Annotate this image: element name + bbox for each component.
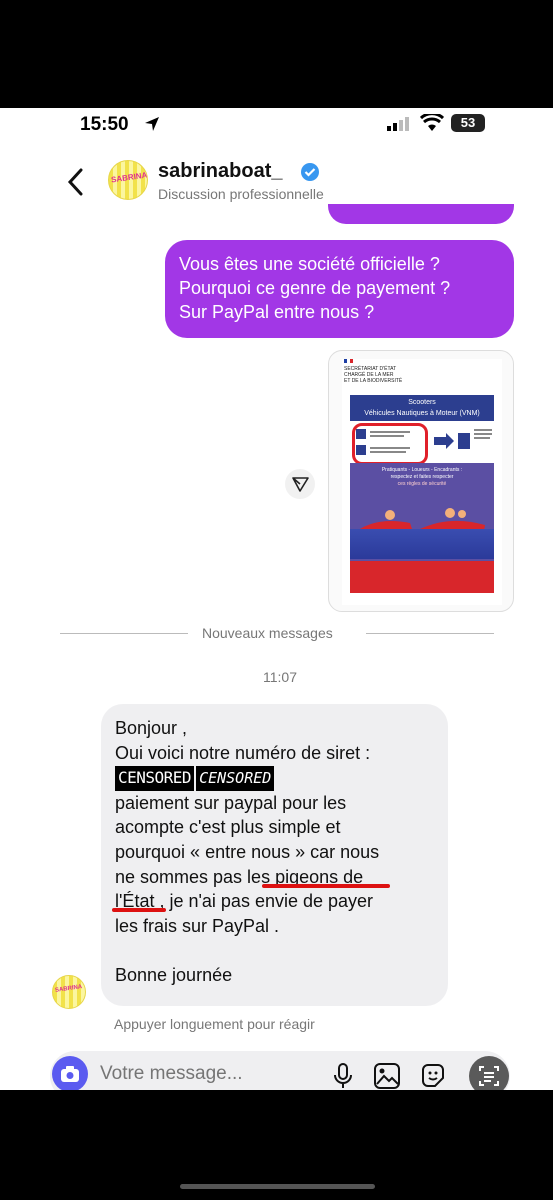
censored-line: CENSORED CENSORED <box>115 765 434 791</box>
status-bar: 15:50 53 <box>0 108 553 146</box>
reaction-hint: Appuyer longuement pour réagir <box>114 1016 315 1032</box>
incoming-line-2: Oui voici notre numéro de siret : <box>115 742 371 763</box>
poster-title: Scooters Véhicules Nautiques à Moteur (V… <box>350 395 494 421</box>
censored-block-2: CENSORED <box>196 766 275 791</box>
wifi-icon <box>420 114 444 131</box>
cellular-signal-icon <box>387 117 409 131</box>
incoming-line-4: paiement sur paypal pour les <box>115 792 347 813</box>
poster-middle-line-1: Pratiquants - Loueurs - Encadrants : <box>381 467 463 473</box>
red-underline-pigeons <box>262 884 390 888</box>
avatar[interactable]: SABRINA <box>108 160 148 200</box>
home-indicator[interactable] <box>180 1184 375 1189</box>
outgoing-line-1: Vous êtes une société officielle ? <box>179 254 440 274</box>
ministry-text: SECRÉTARIAT D'ÉTAT CHARGÉ DE LA MER ET D… <box>344 366 402 384</box>
camera-button[interactable] <box>52 1056 88 1090</box>
incoming-line-6: pourquoi « entre nous » car nous <box>115 841 380 862</box>
shared-image-card[interactable]: SECRÉTARIAT D'ÉTAT CHARGÉ DE LA MER ET D… <box>328 350 514 612</box>
verified-badge-icon <box>301 163 319 181</box>
location-arrow-icon <box>145 117 159 131</box>
scan-text-icon[interactable] <box>468 1055 510 1090</box>
back-chevron-icon[interactable] <box>66 168 84 196</box>
contact-username[interactable]: sabrinaboat_ <box>158 160 282 183</box>
share-icon[interactable] <box>285 469 315 499</box>
outgoing-message-bubble[interactable]: Vous êtes une société officielle ? Pourq… <box>165 240 514 338</box>
sender-avatar-text: SABRINA <box>54 984 83 994</box>
chat-screen: 15:50 53 SABRINA sabrinaboat_ Discussion… <box>0 108 553 1090</box>
poster-bottom-band <box>350 561 494 593</box>
poster-middle-line-2: respectez et faites respecter <box>390 474 454 480</box>
microphone-icon[interactable] <box>332 1062 354 1090</box>
divider-label: Nouveaux messages <box>202 625 333 641</box>
divider-line-right <box>366 633 494 634</box>
avatar-text: SABRINA <box>110 170 148 185</box>
sender-avatar[interactable]: SABRINA <box>52 975 86 1009</box>
poster-middle-text: Pratiquants - Loueurs - Encadrants : res… <box>350 467 494 488</box>
poster-title-line-2: Véhicules Nautiques à Moteur (VNM) <box>364 410 480 417</box>
incoming-line-5: acompte c'est plus simple et <box>115 817 341 838</box>
new-messages-divider: Nouveaux messages <box>60 624 494 644</box>
french-flag-logo <box>344 359 353 363</box>
outgoing-line-3: Sur PayPal entre nous ? <box>179 302 375 322</box>
red-underline-etat <box>112 908 166 912</box>
battery-icon: 53 <box>451 114 485 132</box>
sticker-icon[interactable] <box>419 1062 447 1090</box>
poster-title-line-1: Scooters <box>408 399 436 406</box>
previous-message-bubble[interactable] <box>328 204 514 224</box>
safety-poster-image: SECRÉTARIAT D'ÉTAT CHARGÉ DE LA MER ET D… <box>342 359 502 605</box>
status-time: 15:50 <box>80 114 129 135</box>
gallery-icon[interactable] <box>373 1062 401 1090</box>
ministry-line-3: ET DE LA BIODIVERSITÉ <box>344 378 403 384</box>
message-input[interactable] <box>100 1063 320 1085</box>
message-timestamp: 11:07 <box>263 669 297 685</box>
poster-waves <box>350 529 494 559</box>
incoming-line-1: Bonjour , <box>115 718 188 738</box>
outgoing-line-2: Pourquoi ce genre de payement ? <box>179 278 451 298</box>
contact-subtitle: Discussion professionnelle <box>158 186 324 202</box>
censored-block-1: CENSORED <box>115 766 195 791</box>
poster-middle-line-3: ces règles de sécurité <box>397 481 447 487</box>
incoming-message-bubble[interactable]: Bonjour , Oui voici notre numéro de sire… <box>101 704 448 1006</box>
divider-line-left <box>60 633 188 634</box>
camera-icon <box>61 1066 79 1082</box>
incoming-line-9: les frais sur PayPal . <box>115 915 280 936</box>
message-composer <box>50 1051 510 1090</box>
incoming-line-10: Bonne journée <box>115 964 233 985</box>
red-circle-annotation <box>352 423 428 465</box>
